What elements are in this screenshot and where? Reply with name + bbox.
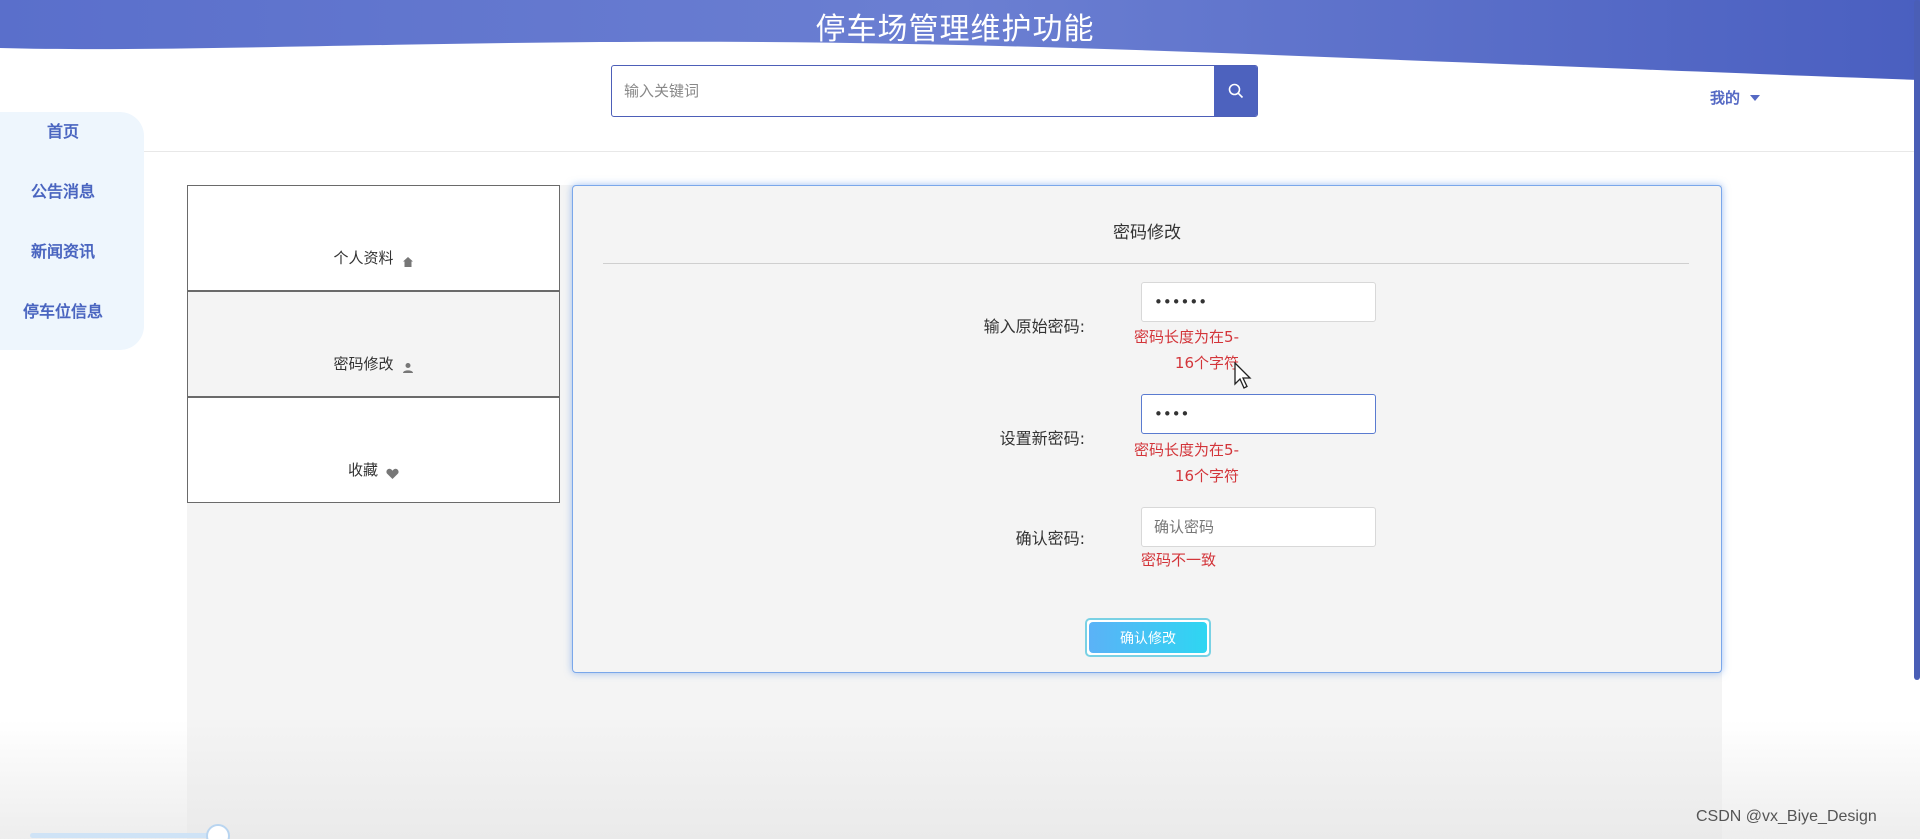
new-password-field[interactable]: [1141, 394, 1376, 434]
header-divider: [0, 151, 1920, 152]
user-menu-label: 我的: [1710, 89, 1741, 107]
home-icon: [402, 257, 413, 267]
tab-favorites[interactable]: 收藏: [187, 397, 560, 503]
user-menu[interactable]: 我的: [1710, 87, 1761, 108]
confirm-change-button[interactable]: 确认修改: [1085, 618, 1211, 657]
search-bar: [611, 65, 1258, 117]
user-icon: [402, 363, 413, 373]
old-password-field[interactable]: [1141, 282, 1376, 322]
search-icon: [1228, 83, 1243, 99]
sidebar-item-news[interactable]: 新闻资讯: [0, 238, 126, 262]
sidebar-item-parking-info[interactable]: 停车位信息: [0, 298, 126, 322]
confirm-password-error: 密码不一致: [1141, 551, 1217, 569]
error-line: 密码长度为在5-: [1134, 441, 1239, 459]
search-button[interactable]: [1214, 66, 1257, 116]
error-line: 16个字符: [1174, 467, 1239, 485]
tab-label: 收藏: [347, 461, 378, 479]
caret-down-icon: [1750, 94, 1761, 101]
heart-icon: [386, 468, 399, 479]
search-input[interactable]: [612, 66, 1214, 116]
mouse-cursor-icon: [1234, 362, 1252, 389]
page-scrollbar[interactable]: [1914, 0, 1920, 680]
error-line: 16个字符: [1174, 354, 1239, 372]
watermark: CSDN @vx_Biye_Design: [1696, 808, 1877, 825]
sidebar-nav: 首页 公告消息 新闻资讯 停车位信息: [0, 112, 144, 350]
tab-password[interactable]: 密码修改: [187, 291, 560, 397]
sidebar-item-announcements[interactable]: 公告消息: [0, 178, 126, 202]
sidebar-item-home[interactable]: 首页: [0, 118, 126, 142]
old-password-label: 输入原始密码:: [983, 317, 1085, 336]
password-form-panel: 密码修改 输入原始密码: 密码长度为在5- 16个字符 设置新密码: 密码长度为…: [572, 185, 1722, 673]
confirm-change-label: 确认修改: [1089, 622, 1207, 653]
bottom-slider-track[interactable]: [30, 833, 220, 838]
old-password-error: 密码长度为在5- 16个字符: [1109, 324, 1239, 376]
form-divider: [603, 263, 1689, 264]
tab-profile[interactable]: 个人资料: [187, 185, 560, 291]
confirm-password-label: 确认密码:: [1015, 529, 1085, 548]
form-title: 密码修改: [1113, 223, 1181, 243]
tab-label: 个人资料: [333, 249, 394, 267]
tab-label: 密码修改: [333, 355, 394, 373]
site-title: 停车场管理维护功能: [815, 12, 1095, 47]
new-password-label: 设置新密码:: [999, 429, 1085, 448]
error-line: 密码长度为在5-: [1134, 328, 1239, 346]
confirm-password-field[interactable]: [1141, 507, 1376, 547]
new-password-error: 密码长度为在5- 16个字符: [1109, 437, 1239, 489]
